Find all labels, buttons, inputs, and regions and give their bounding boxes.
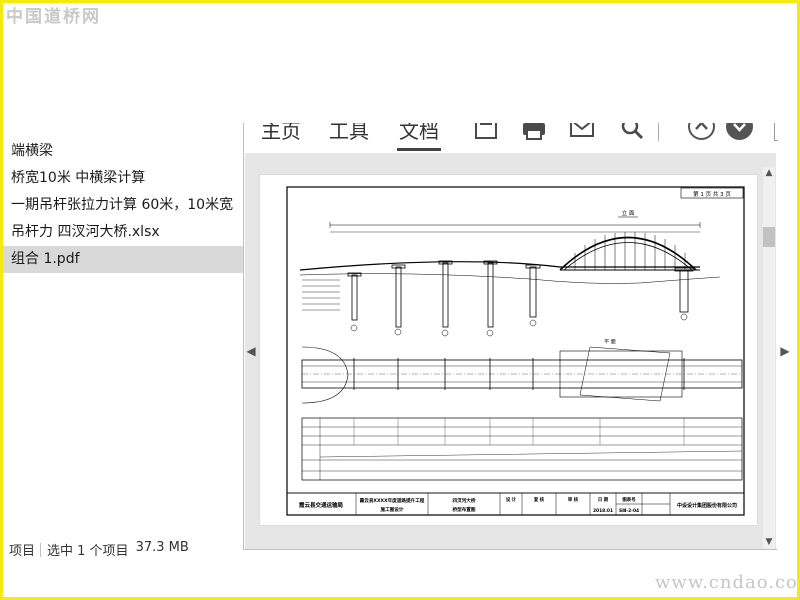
- file-item-selected[interactable]: 组合 1.pdf: [3, 246, 243, 273]
- preview-pane: 主页 工具 文档 第 1 页 共 3 页 立 面 平 面 霞云县交通运输局 霞云…: [243, 123, 778, 550]
- scroll-thumb[interactable]: [763, 227, 775, 247]
- tab-home[interactable]: 主页: [261, 123, 301, 144]
- document-viewer[interactable]: 第 1 页 共 3 页 立 面 平 面 霞云县交通运输局 霞云县XXXX年度道路…: [245, 153, 776, 549]
- titleblock-date-value: 2018.01: [593, 508, 613, 514]
- page-number-field[interactable]: [774, 123, 778, 141]
- preview-ribbon: 主页 工具 文档: [244, 123, 778, 153]
- titleblock-project-1: 霞云县XXXX年度道路提升工程: [360, 497, 425, 504]
- titleblock-drawing-2: 桥型布置图: [453, 506, 476, 513]
- titleblock-drawing-1: 四汊河大桥: [453, 497, 476, 504]
- titleblock-design: 设 计: [506, 496, 517, 503]
- titleblock-client: 霞云县交通运输局: [299, 501, 344, 509]
- ribbon-separator: [658, 123, 659, 141]
- search-icon[interactable]: [619, 123, 645, 141]
- status-bar: 项目 选中 1 个项目 37.3 MB: [9, 540, 244, 560]
- file-item[interactable]: 端横梁: [3, 138, 243, 165]
- print-icon[interactable]: [521, 123, 547, 141]
- titleblock-no-value: SⅢ-2-04: [619, 508, 639, 514]
- page-down-icon[interactable]: [726, 123, 753, 140]
- titleblock-date-label: 日 期: [598, 496, 609, 503]
- bridge-drawing: 第 1 页 共 3 页 立 面 平 面 霞云县交通运输局 霞云县XXXX年度道路…: [286, 186, 745, 516]
- scroll-up-icon[interactable]: ▲: [764, 167, 774, 179]
- plan-title: 平 面: [604, 339, 616, 345]
- save-icon[interactable]: [473, 123, 499, 141]
- mail-icon[interactable]: [569, 123, 595, 141]
- titleblock-designer: 中设设计集团股份有限公司: [677, 502, 737, 509]
- titleblock-no-label: 图表号: [622, 496, 636, 503]
- file-item[interactable]: 一期吊杆张拉力计算 60米，10米宽: [3, 192, 243, 219]
- status-divider: [40, 543, 42, 557]
- watermark-url: www.cndao.com: [655, 572, 800, 593]
- file-list: 端横梁 桥宽10米 中横梁计算 一期吊杆张拉力计算 60米，10米宽 吊杆力 四…: [3, 138, 243, 273]
- titleblock-review: 复 核: [533, 496, 545, 503]
- scroll-down-icon[interactable]: ▼: [764, 536, 774, 548]
- next-page-arrow-icon[interactable]: ▶: [779, 343, 791, 359]
- tab-tools[interactable]: 工具: [329, 123, 369, 144]
- previous-page-arrow-icon[interactable]: ◀: [245, 343, 257, 359]
- watermark-logo: 中国道桥网: [6, 7, 101, 27]
- pdf-page: 第 1 页 共 3 页 立 面 平 面 霞云县交通运输局 霞云县XXXX年度道路…: [260, 175, 757, 525]
- page-info: 第 1 页 共 3 页: [693, 190, 731, 198]
- titleblock-project-2: 施工图设计: [380, 506, 404, 513]
- tab-document[interactable]: 文档: [397, 123, 441, 151]
- status-selection: 选中 1 个项目: [47, 544, 129, 559]
- vertical-scrollbar[interactable]: ▲ ▼: [763, 167, 775, 549]
- status-item-count: 项目: [9, 544, 36, 559]
- elevation-title: 立 面: [622, 209, 635, 217]
- page-up-icon[interactable]: [688, 123, 715, 140]
- titleblock-check: 审 核: [568, 496, 579, 503]
- status-size: 37.3 MB: [135, 540, 189, 555]
- file-item[interactable]: 吊杆力 四汊河大桥.xlsx: [3, 219, 243, 246]
- file-item[interactable]: 桥宽10米 中横梁计算: [3, 165, 243, 192]
